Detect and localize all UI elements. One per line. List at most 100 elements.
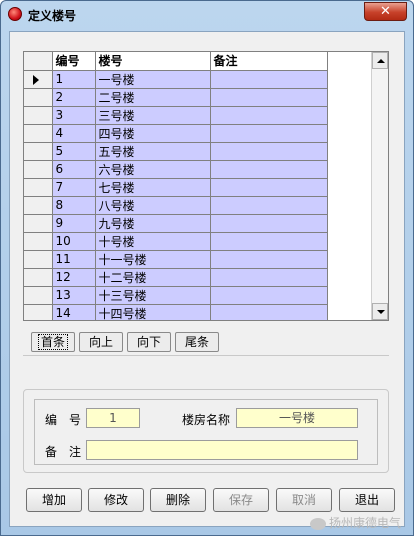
exit-button[interactable]: 退出 (339, 488, 395, 512)
table-row[interactable]: 1 一号楼 (24, 70, 328, 89)
column-header-note[interactable]: 备注 (210, 52, 328, 71)
table-row[interactable]: 5 五号楼 (24, 142, 328, 161)
row-indicator[interactable] (24, 178, 53, 197)
row-indicator[interactable] (24, 142, 53, 161)
watermark-text: 扬州康德电气 (328, 516, 401, 530)
edit-button[interactable]: 修改 (88, 488, 144, 512)
note-field[interactable] (86, 440, 358, 460)
cell-num[interactable]: 1 (52, 70, 96, 89)
cell-note[interactable] (210, 250, 328, 269)
close-button[interactable]: ✕ (364, 2, 407, 21)
table-row[interactable]: 11 十一号楼 (24, 250, 328, 269)
cell-num[interactable]: 5 (52, 142, 96, 161)
column-header-num[interactable]: 编号 (52, 52, 96, 71)
cell-building[interactable]: 七号楼 (95, 178, 211, 197)
cell-building[interactable]: 三号楼 (95, 106, 211, 125)
num-field[interactable]: 1 (86, 408, 140, 428)
table-row[interactable]: 7 七号楼 (24, 178, 328, 197)
cell-building[interactable]: 十四号楼 (95, 304, 211, 320)
row-indicator[interactable] (24, 214, 53, 233)
table-row[interactable]: 2 二号楼 (24, 88, 328, 107)
scroll-down-button[interactable] (372, 303, 388, 320)
cell-note[interactable] (210, 106, 328, 125)
cell-building[interactable]: 十号楼 (95, 232, 211, 251)
cell-num[interactable]: 8 (52, 196, 96, 215)
cell-note[interactable] (210, 268, 328, 287)
row-indicator[interactable] (24, 196, 53, 215)
cell-building[interactable]: 一号楼 (95, 70, 211, 89)
vertical-scrollbar[interactable] (371, 52, 388, 320)
table-row[interactable]: 9 九号楼 (24, 214, 328, 233)
cell-building[interactable]: 十三号楼 (95, 286, 211, 305)
cell-note[interactable] (210, 70, 328, 89)
cell-num[interactable]: 14 (52, 304, 96, 320)
cell-note[interactable] (210, 124, 328, 143)
table-row[interactable]: 10 十号楼 (24, 232, 328, 251)
cell-building[interactable]: 十一号楼 (95, 250, 211, 269)
building-name-field[interactable]: 一号楼 (236, 408, 358, 428)
cell-num[interactable]: 13 (52, 286, 96, 305)
window-title: 定义楼号 (28, 9, 77, 23)
cell-note[interactable] (210, 178, 328, 197)
cell-building[interactable]: 六号楼 (95, 160, 211, 179)
cell-building[interactable]: 四号楼 (95, 124, 211, 143)
row-indicator[interactable] (24, 70, 53, 89)
last-record-button[interactable]: 尾条 (175, 332, 219, 352)
row-indicator[interactable] (24, 160, 53, 179)
cancel-button[interactable]: 取消 (276, 488, 332, 512)
cell-building[interactable]: 九号楼 (95, 214, 211, 233)
table-row[interactable]: 12 十二号楼 (24, 268, 328, 287)
table-row[interactable]: 8 八号楼 (24, 196, 328, 215)
row-indicator[interactable] (24, 124, 53, 143)
table-row[interactable]: 13 十三号楼 (24, 286, 328, 305)
column-header-building[interactable]: 楼号 (95, 52, 211, 71)
row-indicator[interactable] (24, 106, 53, 125)
cell-num[interactable]: 10 (52, 232, 96, 251)
title-bar[interactable]: 定义楼号 ✕ (1, 1, 413, 27)
cell-num[interactable]: 9 (52, 214, 96, 233)
cell-num[interactable]: 4 (52, 124, 96, 143)
cell-num[interactable]: 12 (52, 268, 96, 287)
building-grid[interactable]: 编号 楼号 备注 1 一号楼 2 二号楼 3 三号楼 4 四号楼 5 五号楼 6 六号楼 7 七号楼 8 八号… (23, 51, 389, 321)
cell-note[interactable] (210, 214, 328, 233)
first-record-label: 首条 (37, 334, 68, 350)
next-record-button[interactable]: 向下 (127, 332, 171, 352)
delete-button[interactable]: 删除 (150, 488, 206, 512)
cell-num[interactable]: 3 (52, 106, 96, 125)
row-indicator[interactable] (24, 88, 53, 107)
table-row[interactable]: 4 四号楼 (24, 124, 328, 143)
num-label: 编 号 (45, 413, 82, 427)
cell-building[interactable]: 八号楼 (95, 196, 211, 215)
row-indicator[interactable] (24, 268, 53, 287)
table-row[interactable]: 6 六号楼 (24, 160, 328, 179)
cell-num[interactable]: 2 (52, 88, 96, 107)
note-label: 备 注 (45, 445, 82, 459)
cell-num[interactable]: 6 (52, 160, 96, 179)
row-indicator[interactable] (24, 304, 53, 320)
first-record-button[interactable]: 首条 (31, 332, 75, 352)
table-row[interactable]: 14 十四号楼 (24, 304, 328, 320)
row-indicator[interactable] (24, 250, 53, 269)
save-button[interactable]: 保存 (213, 488, 269, 512)
cell-note[interactable] (210, 88, 328, 107)
grid-corner (24, 52, 53, 71)
row-indicator[interactable] (24, 286, 53, 305)
scroll-up-button[interactable] (372, 52, 388, 69)
cell-note[interactable] (210, 286, 328, 305)
wechat-icon (309, 517, 326, 530)
add-button[interactable]: 增加 (26, 488, 82, 512)
cell-building[interactable]: 五号楼 (95, 142, 211, 161)
cell-num[interactable]: 7 (52, 178, 96, 197)
prev-record-button[interactable]: 向上 (79, 332, 123, 352)
cell-building[interactable]: 二号楼 (95, 88, 211, 107)
watermark: 扬州康德电气 (309, 514, 401, 531)
cell-note[interactable] (210, 232, 328, 251)
row-indicator[interactable] (24, 232, 53, 251)
cell-num[interactable]: 11 (52, 250, 96, 269)
table-row[interactable]: 3 三号楼 (24, 106, 328, 125)
cell-note[interactable] (210, 196, 328, 215)
cell-building[interactable]: 十二号楼 (95, 268, 211, 287)
cell-note[interactable] (210, 160, 328, 179)
cell-note[interactable] (210, 142, 328, 161)
cell-note[interactable] (210, 304, 328, 320)
